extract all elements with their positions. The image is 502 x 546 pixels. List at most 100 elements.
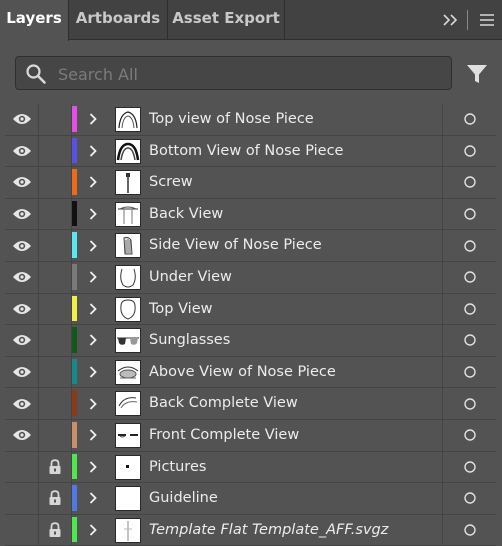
layer-row[interactable]: Side View of Nose Piece — [5, 230, 496, 262]
target-toggle[interactable] — [443, 388, 496, 419]
target-toggle[interactable] — [443, 452, 496, 483]
target-toggle[interactable] — [443, 167, 496, 198]
target-circle-icon[interactable] — [443, 136, 496, 167]
search-box[interactable] — [15, 56, 452, 91]
layer-name[interactable]: Screw — [149, 167, 193, 198]
target-toggle[interactable] — [443, 420, 496, 451]
layer-row[interactable]: Guideline — [5, 483, 496, 515]
expand-chevron-icon[interactable] — [86, 199, 100, 230]
layer-row[interactable]: Back View — [5, 198, 496, 231]
target-toggle[interactable] — [443, 199, 496, 230]
lock-toggle[interactable] — [39, 483, 72, 514]
layer-name[interactable]: Back View — [149, 199, 223, 230]
eye-icon[interactable] — [5, 420, 38, 451]
layer-name[interactable]: Guideline — [149, 483, 218, 514]
layer-row[interactable]: Back Complete View — [5, 388, 496, 420]
layer-name[interactable]: Pictures — [149, 452, 206, 483]
expand-chevron-icon[interactable] — [86, 515, 100, 546]
lock-toggle[interactable] — [39, 135, 72, 167]
visibility-toggle[interactable] — [5, 483, 39, 514]
lock-toggle[interactable] — [39, 356, 72, 388]
expand-chevron-icon[interactable] — [86, 483, 100, 514]
layer-row[interactable]: Top View — [5, 293, 496, 326]
target-toggle[interactable] — [443, 325, 496, 356]
layer-main[interactable]: Template Flat Template_AFF.svgz — [72, 514, 443, 546]
target-circle-icon[interactable] — [443, 420, 496, 451]
target-circle-icon[interactable] — [443, 325, 496, 356]
expand-chevron-icon[interactable] — [86, 104, 100, 135]
eye-icon[interactable] — [5, 104, 38, 135]
layer-name[interactable]: Above View of Nose Piece — [149, 357, 336, 388]
layer-main[interactable]: Above View of Nose Piece — [72, 356, 443, 388]
layer-row[interactable]: Above View of Nose Piece — [5, 356, 496, 389]
target-circle-icon[interactable] — [443, 294, 496, 325]
search-input[interactable] — [56, 57, 440, 91]
eye-icon[interactable] — [5, 325, 38, 356]
layer-name[interactable]: Template Flat Template_AFF.svgz — [149, 515, 388, 546]
expand-chevron-icon[interactable] — [86, 294, 100, 325]
lock-icon[interactable] — [39, 483, 71, 514]
filter-icon[interactable] — [465, 62, 489, 86]
layer-row[interactable]: Front Complete View — [5, 419, 496, 452]
eye-icon[interactable] — [5, 136, 38, 167]
expand-chevron-icon[interactable] — [86, 262, 100, 293]
layer-name[interactable]: Sunglasses — [149, 325, 230, 356]
layer-name[interactable]: Bottom View of Nose Piece — [149, 136, 343, 167]
layer-main[interactable]: Front Complete View — [72, 419, 443, 451]
expand-chevron-icon[interactable] — [86, 230, 100, 261]
target-circle-icon[interactable] — [443, 199, 496, 230]
target-circle-icon[interactable] — [443, 357, 496, 388]
target-circle-icon[interactable] — [443, 452, 496, 483]
layer-main[interactable]: Sunglasses — [72, 325, 443, 356]
expand-chevron-icon[interactable] — [86, 136, 100, 167]
layer-main[interactable]: Top view of Nose Piece — [72, 104, 443, 135]
visibility-toggle[interactable] — [5, 419, 39, 451]
layer-row[interactable]: Bottom View of Nose Piece — [5, 135, 496, 168]
lock-toggle[interactable] — [39, 514, 72, 546]
visibility-toggle[interactable] — [5, 514, 39, 546]
expand-chevron-icon[interactable] — [86, 452, 100, 483]
layer-name[interactable]: Front Complete View — [149, 420, 299, 451]
hamburger-menu-icon[interactable] — [478, 8, 496, 32]
layer-name[interactable]: Top View — [149, 294, 213, 325]
layer-name[interactable]: Top view of Nose Piece — [149, 104, 314, 135]
visibility-toggle[interactable] — [5, 167, 39, 198]
target-circle-icon[interactable] — [443, 230, 496, 261]
layer-main[interactable]: Pictures — [72, 451, 443, 483]
lock-icon[interactable] — [39, 515, 71, 546]
tab-layers[interactable]: Layers — [0, 0, 69, 41]
layer-main[interactable]: Top View — [72, 293, 443, 325]
target-toggle[interactable] — [443, 136, 496, 167]
lock-toggle[interactable] — [39, 198, 72, 230]
target-toggle[interactable] — [443, 483, 496, 514]
eye-icon[interactable] — [5, 230, 38, 261]
layer-row[interactable]: Under View — [5, 261, 496, 294]
visibility-toggle[interactable] — [5, 293, 39, 325]
layer-main[interactable]: Under View — [72, 261, 443, 293]
tab-artboards[interactable]: Artboards — [69, 0, 168, 40]
target-toggle[interactable] — [443, 230, 496, 261]
lock-toggle[interactable] — [39, 451, 72, 483]
visibility-toggle[interactable] — [5, 198, 39, 230]
target-circle-icon[interactable] — [443, 262, 496, 293]
lock-toggle[interactable] — [39, 325, 72, 356]
layer-name[interactable]: Side View of Nose Piece — [149, 230, 322, 261]
layer-row[interactable]: Screw — [5, 167, 496, 199]
expand-chevron-icon[interactable] — [86, 388, 100, 419]
lock-icon[interactable] — [39, 452, 71, 483]
tab-asset-export[interactable]: Asset Export — [168, 0, 285, 40]
target-circle-icon[interactable] — [443, 483, 496, 514]
visibility-toggle[interactable] — [5, 261, 39, 293]
target-circle-icon[interactable] — [443, 104, 496, 135]
visibility-toggle[interactable] — [5, 135, 39, 167]
lock-toggle[interactable] — [39, 261, 72, 293]
layer-row[interactable]: Pictures — [5, 451, 496, 484]
eye-icon[interactable] — [5, 388, 38, 419]
eye-icon[interactable] — [5, 262, 38, 293]
lock-toggle[interactable] — [39, 419, 72, 451]
target-toggle[interactable] — [443, 262, 496, 293]
visibility-toggle[interactable] — [5, 325, 39, 356]
layer-main[interactable]: Back Complete View — [72, 388, 443, 419]
target-toggle[interactable] — [443, 357, 496, 388]
lock-toggle[interactable] — [39, 388, 72, 419]
